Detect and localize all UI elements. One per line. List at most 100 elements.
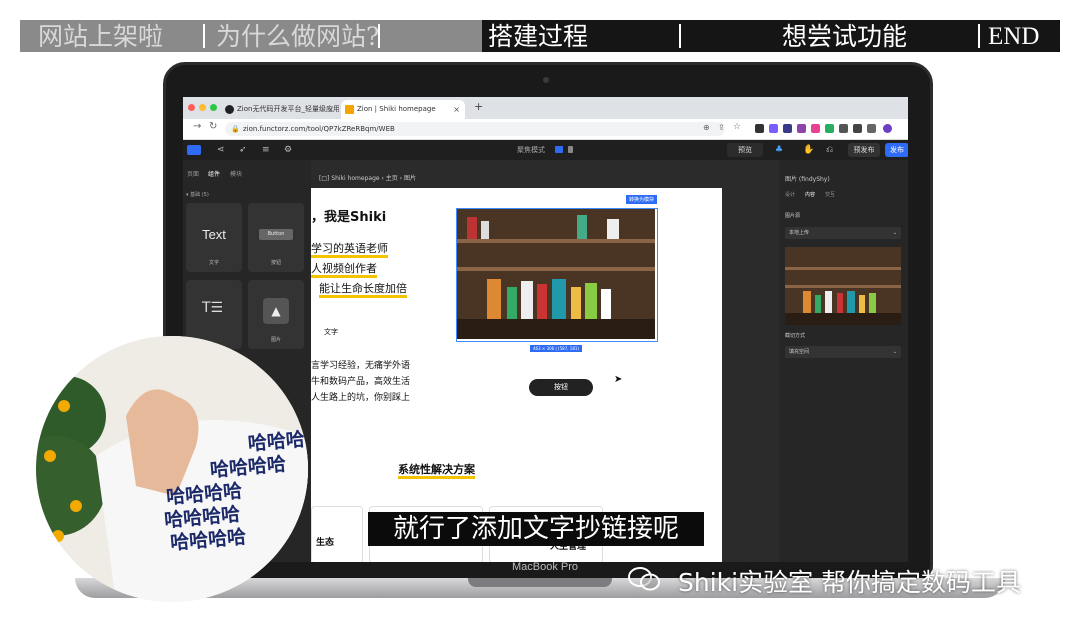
editor-toolbar: ⋖ ➶ ≡ ⚙ 聚焦模式 预览 ♣ ✋ ⎌ 预发布 发布 — [183, 140, 908, 160]
tab-modules[interactable]: 模块 — [230, 169, 242, 178]
minimize-window-icon[interactable] — [199, 104, 206, 111]
breadcrumb[interactable]: [□] Shiki homepage › 主页 › 图片 — [319, 173, 416, 182]
collaborators-icon[interactable]: ♣ — [775, 145, 785, 155]
chapter-1: 网站上架啦 — [38, 22, 164, 51]
card-title: 生态 — [316, 538, 335, 548]
rich-text-icon: T☰ — [202, 300, 224, 316]
solution-card[interactable]: 生态 — [311, 506, 363, 562]
text-preview: Text — [202, 227, 226, 242]
extension-icon[interactable] — [811, 124, 820, 133]
publish-label: 发布 — [890, 146, 904, 154]
intro-line[interactable]: 能让生命长度加倍 — [319, 280, 407, 298]
wechat-icon — [628, 567, 660, 591]
image-preview[interactable] — [785, 247, 901, 325]
forward-arrow-icon[interactable]: → — [193, 121, 201, 132]
mobile-view-icon[interactable] — [568, 146, 573, 153]
close-tab-icon[interactable]: × — [327, 100, 334, 119]
convert-to-module-tag[interactable]: 转换为模块 — [626, 195, 658, 204]
maximize-window-icon[interactable] — [210, 104, 217, 111]
bookmark-star-icon[interactable]: ☆ — [733, 122, 741, 132]
tab-content[interactable]: 内容 — [805, 191, 815, 198]
browser-tab-active[interactable]: Zion | Shiki homepage × — [341, 100, 465, 119]
chapter-4: 想尝试功能 — [782, 22, 908, 51]
component-name: 文字 — [208, 260, 219, 266]
tab-title: Zion | Shiki homepage — [357, 105, 436, 113]
tab-title: Zion无代码开发平台_轻量级应用 — [237, 105, 339, 113]
rocket-icon[interactable]: ➶ — [239, 145, 249, 155]
chapter-progress-bar: 网站上架啦 为什么做网站? 搭建过程 想尝试功能 END — [20, 20, 1060, 52]
tab-interaction[interactable]: 交互 — [825, 191, 835, 198]
browser-tab[interactable]: Zion无代码开发平台_轻量级应用 × — [221, 100, 339, 119]
prepublish-label: 预发布 — [853, 146, 875, 154]
section-basic[interactable]: ▾ 基础 (5) — [186, 191, 209, 198]
intro-line-text: 能让生命长度加倍 — [319, 282, 407, 298]
url-input[interactable]: 🔒 zion.functorz.com/tool/QP7kZReRBqm/WEB — [225, 122, 725, 136]
close-window-icon[interactable] — [188, 104, 195, 111]
paragraph-line[interactable]: 牛和数码产品，高效生活 — [311, 374, 410, 387]
extension-icon[interactable] — [769, 124, 778, 133]
image-size-badge: 463 × 306 | (587, 181) — [530, 345, 582, 352]
webcam-overlay: 哈哈哈哈 哈哈哈哈 哈哈哈哈 哈哈哈哈 哈哈哈哈 — [36, 336, 308, 602]
profile-avatar-icon[interactable] — [883, 124, 892, 133]
reload-icon[interactable]: ↻ — [209, 121, 217, 132]
intro-line-text: 学习的英语老师 — [311, 242, 388, 258]
page-canvas[interactable]: ，我是Shiki 学习的英语老师 人视频创作者 能让生命长度加倍 文字 言学习经… — [311, 188, 722, 562]
preview-label: 预览 — [738, 146, 752, 154]
close-tab-icon[interactable]: × — [453, 100, 460, 119]
video-subtitle: 就行了添加文字抄链接呢 — [368, 512, 704, 546]
chapter-divider — [203, 24, 205, 48]
tab-pages[interactable]: 页面 — [187, 169, 199, 178]
browser-toolbar: → ↻ 🔒 zion.functorz.com/tool/QP7kZReRBqm… — [183, 119, 908, 140]
chapter-divider — [679, 24, 681, 48]
extension-icon[interactable] — [783, 124, 792, 133]
prepublish-button[interactable]: 预发布 — [848, 143, 880, 157]
section-title[interactable]: 系统性解决方案 — [398, 461, 475, 479]
component-text[interactable]: Text 文字 — [186, 203, 242, 272]
publish-button[interactable]: 发布 — [885, 143, 908, 157]
paragraph-line[interactable]: 人生路上的坑，你别踩上 — [311, 390, 410, 403]
product-shelf-thumbnail — [785, 247, 901, 325]
extension-icon[interactable] — [755, 124, 764, 133]
sidebar-icon[interactable] — [867, 124, 876, 133]
gear-icon[interactable]: ⚙ — [284, 145, 294, 155]
history-icon[interactable]: ⎌ — [826, 145, 836, 155]
crop-mode-label: 截切方式 — [785, 333, 806, 339]
macbook-label: MacBook Pro — [511, 561, 579, 573]
focus-mode-label: 聚焦模式 — [517, 146, 545, 154]
extension-icon[interactable] — [797, 124, 806, 133]
new-tab-button[interactable]: + — [474, 100, 483, 113]
intro-line[interactable]: 学习的英语老师 — [311, 240, 388, 258]
mouse-cursor-icon: ➤ — [614, 374, 623, 385]
channel-watermark: Shiki实验室 帮你搞定数码工具 — [678, 568, 1022, 597]
puzzle-extensions-icon[interactable] — [853, 124, 862, 133]
laptop-camera — [543, 77, 549, 83]
component-button[interactable]: Button 按钮 — [248, 203, 304, 272]
hand-icon[interactable]: ✋ — [803, 145, 814, 155]
chapter-2: 为什么做网站? — [216, 22, 380, 51]
text-component[interactable]: 文字 — [324, 327, 338, 337]
component-name: 按钮 — [270, 260, 281, 266]
share-nodes-icon[interactable]: ⋖ — [217, 145, 227, 155]
image-source-select[interactable]: 本地上传 ⌄ — [785, 227, 901, 239]
component-name: 图片 — [270, 337, 281, 343]
canvas-button[interactable]: 按钮 — [529, 379, 593, 396]
intro-line[interactable]: 人视频创作者 — [311, 260, 377, 278]
tab-design[interactable]: 设计 — [785, 191, 795, 198]
zoom-icon[interactable]: ⊕ — [703, 123, 710, 132]
chapter-5: END — [988, 23, 1040, 50]
tab-components[interactable]: 组件 — [208, 169, 220, 178]
component-image[interactable]: ▲ 图片 — [248, 280, 304, 349]
desktop-view-icon[interactable] — [555, 146, 563, 153]
share-icon[interactable]: ⇪ — [718, 123, 725, 132]
paragraph-line[interactable]: 言学习经验，无痛学外语 — [311, 358, 410, 371]
layout-view-icon[interactable] — [187, 145, 201, 155]
panel-title: 图片 (findyShy) — [785, 176, 830, 183]
intro-heading[interactable]: ，我是Shiki — [311, 206, 386, 225]
extension-icon[interactable] — [839, 124, 848, 133]
property-panel: 图片 (findyShy) 设计 内容 交互 图片源 本地上传 ⌄ 截切方式 填充… — [779, 160, 908, 562]
preview-button[interactable]: 预览 — [727, 143, 763, 157]
filter-icon[interactable]: ≡ — [262, 145, 272, 155]
extension-icon[interactable] — [825, 124, 834, 133]
chapter-3-current: 搭建过程 — [488, 22, 589, 51]
crop-mode-select[interactable]: 填充空间 ⌄ — [785, 346, 901, 358]
